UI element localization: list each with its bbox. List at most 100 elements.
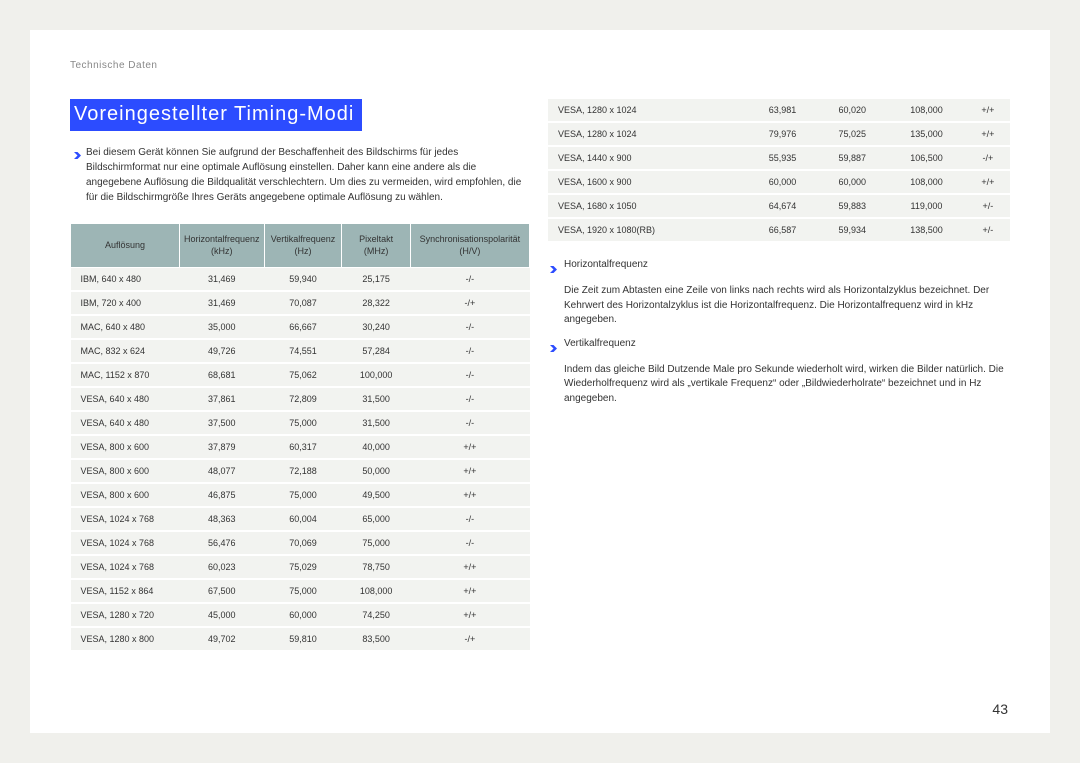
table-cell: 37,500 <box>179 411 264 435</box>
table-row: VESA, 1680 x 105064,67459,883119,000+/- <box>548 194 1010 218</box>
table-cell: VESA, 1920 x 1080(RB) <box>548 218 748 242</box>
table-cell: 60,020 <box>817 99 887 122</box>
intro-block: Bei diesem Gerät können Sie aufgrund der… <box>70 145 530 205</box>
table-cell: 46,875 <box>179 483 264 507</box>
table-row: VESA, 1280 x 80049,70259,81083,500-/+ <box>71 627 530 651</box>
table-cell: 37,861 <box>179 387 264 411</box>
definition-text: Die Zeit zum Abtasten eine Zeile von lin… <box>548 284 1010 328</box>
table-row: VESA, 1280 x 102479,97675,025135,000+/+ <box>548 122 1010 146</box>
table-row: VESA, 1280 x 102463,98160,020108,000+/+ <box>548 99 1010 122</box>
table-cell: -/- <box>410 339 529 363</box>
table-cell: VESA, 800 x 600 <box>71 435 180 459</box>
table-cell: 31,500 <box>342 411 410 435</box>
table-cell: 59,940 <box>264 268 342 292</box>
table-cell: +/+ <box>410 483 529 507</box>
table-cell: 75,000 <box>264 579 342 603</box>
table-cell: IBM, 640 x 480 <box>71 268 180 292</box>
table-cell: 74,250 <box>342 603 410 627</box>
table-cell: 50,000 <box>342 459 410 483</box>
table-cell: 48,077 <box>179 459 264 483</box>
table-cell: 74,551 <box>264 339 342 363</box>
th-clk: Pixeltakt <box>359 234 393 244</box>
table-cell: 70,087 <box>264 291 342 315</box>
table-cell: 108,000 <box>342 579 410 603</box>
table-cell: 75,025 <box>817 122 887 146</box>
table-row: MAC, 640 x 48035,00066,66730,240-/- <box>71 315 530 339</box>
breadcrumb: Technische Daten <box>70 60 1010 71</box>
table-cell: 60,004 <box>264 507 342 531</box>
table-cell: -/+ <box>410 627 529 651</box>
table-cell: 59,887 <box>817 146 887 170</box>
table-cell: VESA, 1280 x 1024 <box>548 122 748 146</box>
table-cell: 75,000 <box>342 531 410 555</box>
definition-block: Vertikalfrequenz <box>548 338 1010 357</box>
table-cell: -/- <box>410 315 529 339</box>
table-cell: 59,883 <box>817 194 887 218</box>
table-cell: 75,029 <box>264 555 342 579</box>
table-cell: -/- <box>410 387 529 411</box>
table-cell: 75,000 <box>264 411 342 435</box>
table-cell: 37,879 <box>179 435 264 459</box>
table-row: VESA, 640 x 48037,50075,00031,500-/- <box>71 411 530 435</box>
table-cell: 56,476 <box>179 531 264 555</box>
table-cell: 108,000 <box>887 170 966 194</box>
table-cell: 70,069 <box>264 531 342 555</box>
table-cell: 60,317 <box>264 435 342 459</box>
table-cell: 79,976 <box>748 122 818 146</box>
table-cell: 60,000 <box>748 170 818 194</box>
table-cell: VESA, 1600 x 900 <box>548 170 748 194</box>
table-row: VESA, 640 x 48037,86172,80931,500-/- <box>71 387 530 411</box>
th-h: Horizontalfrequenz <box>184 234 260 244</box>
table-cell: +/- <box>966 218 1010 242</box>
content-columns: Voreingestellter Timing-Modi Bei diesem … <box>70 99 1010 652</box>
table-cell: +/+ <box>410 435 529 459</box>
table-cell: 49,702 <box>179 627 264 651</box>
table-cell: VESA, 1024 x 768 <box>71 507 180 531</box>
table-cell: VESA, 640 x 480 <box>71 387 180 411</box>
timing-table-left: Auflösung Horizontalfrequenz(kHz) Vertik… <box>70 223 530 652</box>
table-row: IBM, 720 x 40031,46970,08728,322-/+ <box>71 291 530 315</box>
table-cell: 35,000 <box>179 315 264 339</box>
table-row: MAC, 1152 x 87068,68175,062100,000-/- <box>71 363 530 387</box>
table-cell: VESA, 1024 x 768 <box>71 531 180 555</box>
table-cell: +/+ <box>966 99 1010 122</box>
table-cell: VESA, 1440 x 900 <box>548 146 748 170</box>
table-cell: -/- <box>410 268 529 292</box>
th-clk-unit: (MHz) <box>346 246 405 258</box>
table-cell: VESA, 1280 x 720 <box>71 603 180 627</box>
table-cell: -/- <box>410 531 529 555</box>
table-cell: 31,500 <box>342 387 410 411</box>
table-row: VESA, 1024 x 76848,36360,00465,000-/- <box>71 507 530 531</box>
definition-text: Indem das gleiche Bild Dutzende Male pro… <box>548 363 1010 407</box>
table-header: Auflösung Horizontalfrequenz(kHz) Vertik… <box>71 224 530 268</box>
table-row: VESA, 1600 x 90060,00060,000108,000+/+ <box>548 170 1010 194</box>
table-row: VESA, 1152 x 86467,50075,000108,000+/+ <box>71 579 530 603</box>
table-cell: 49,500 <box>342 483 410 507</box>
table-cell: 60,023 <box>179 555 264 579</box>
definition-title: Vertikalfrequenz <box>564 338 636 353</box>
table-cell: 83,500 <box>342 627 410 651</box>
page-number: 43 <box>992 701 1008 717</box>
right-column: VESA, 1280 x 102463,98160,020108,000+/+V… <box>548 99 1010 652</box>
table-cell: +/+ <box>410 555 529 579</box>
table-cell: +/- <box>966 194 1010 218</box>
table-cell: +/+ <box>966 170 1010 194</box>
table-cell: 63,981 <box>748 99 818 122</box>
table-cell: -/+ <box>966 146 1010 170</box>
table-cell: +/+ <box>410 603 529 627</box>
bullet-icon <box>70 145 86 205</box>
table-row: MAC, 832 x 62449,72674,55157,284-/- <box>71 339 530 363</box>
table-cell: 31,469 <box>179 268 264 292</box>
definition-block: Horizontalfrequenz <box>548 259 1010 278</box>
table-cell: 66,587 <box>748 218 818 242</box>
table-cell: 59,810 <box>264 627 342 651</box>
table-cell: VESA, 1280 x 800 <box>71 627 180 651</box>
table-cell: 66,667 <box>264 315 342 339</box>
table-cell: 119,000 <box>887 194 966 218</box>
table-cell: +/+ <box>966 122 1010 146</box>
table-cell: 59,934 <box>817 218 887 242</box>
table-cell: 138,500 <box>887 218 966 242</box>
table-cell: 40,000 <box>342 435 410 459</box>
table-cell: +/+ <box>410 459 529 483</box>
th-res: Auflösung <box>105 240 145 250</box>
